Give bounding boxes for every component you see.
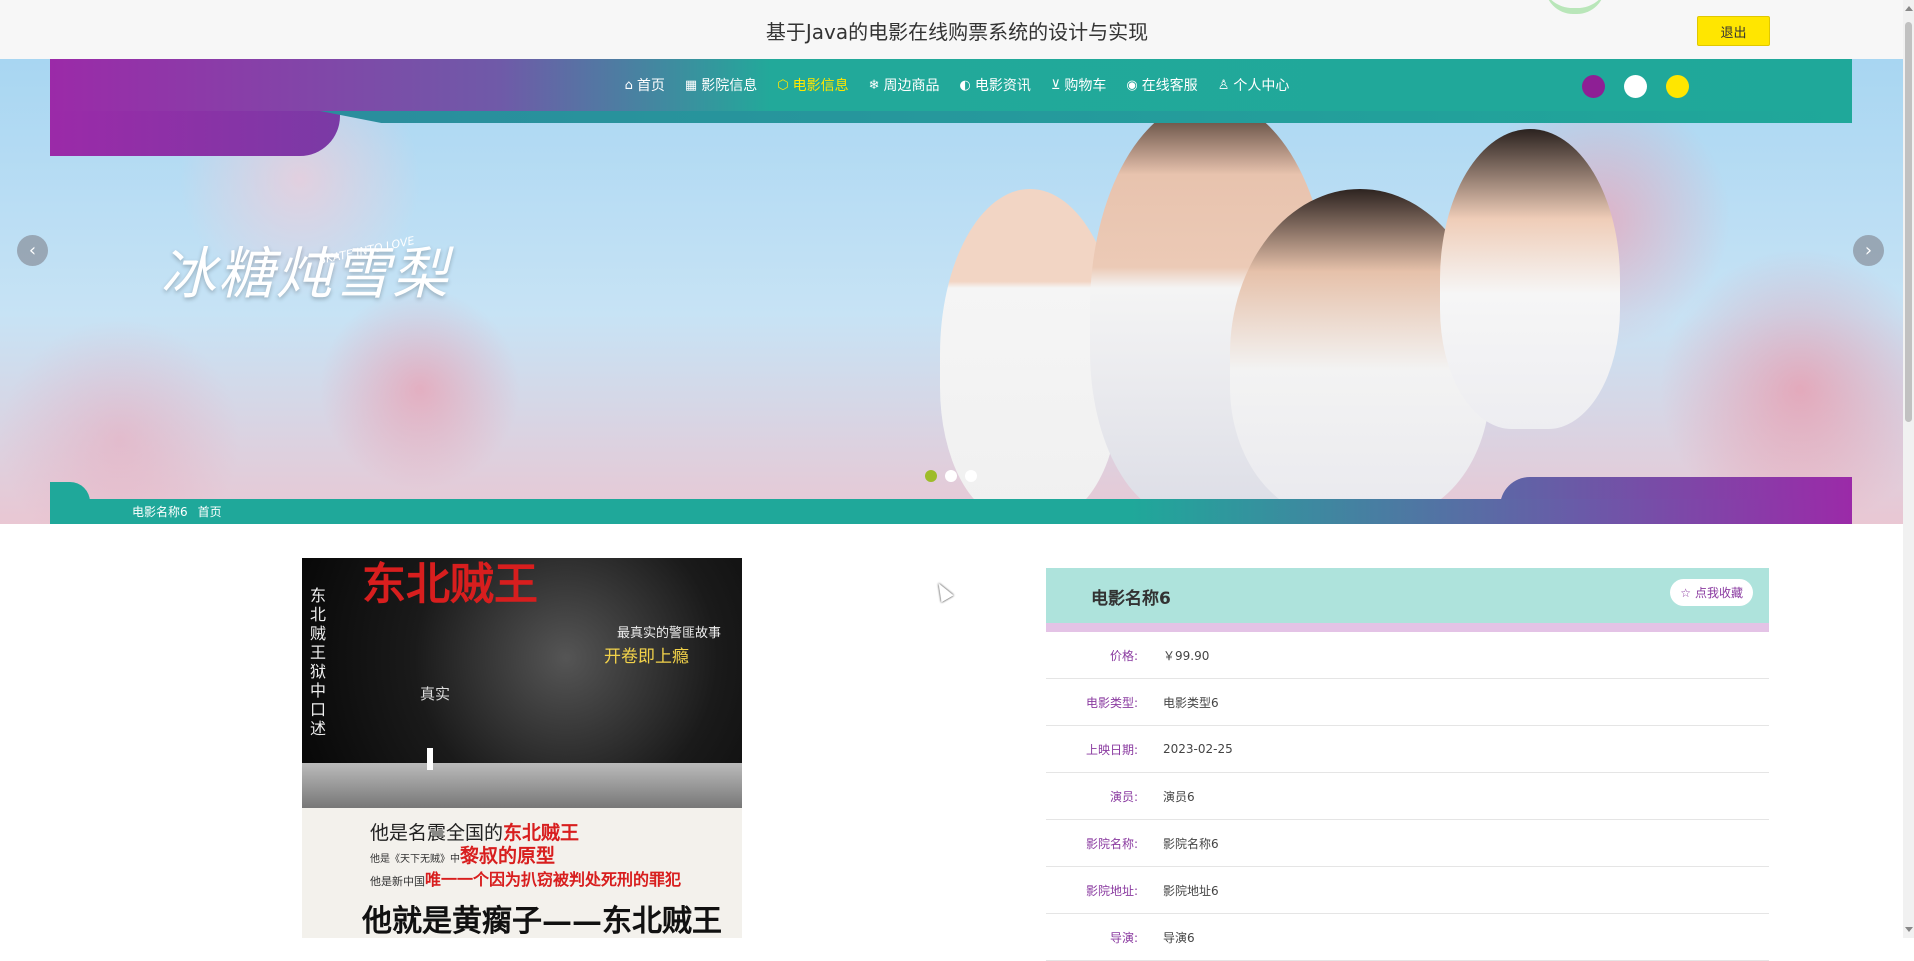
favorite-label: 点我收藏 [1694,586,1743,600]
detail-value: 演员6 [1163,789,1195,804]
nav-item-label: 个人中心 [1233,78,1290,94]
carousel-person-4 [1440,129,1620,429]
theme-color-dot[interactable] [1666,75,1689,98]
scrollbar-thumb[interactable] [1905,22,1912,422]
detail-value: ￥99.90 [1163,648,1210,663]
poster-line-3: 他是新中国唯一一个因为扒窃被判处死刑的罪犯 [370,870,682,889]
poster-runner [427,748,433,770]
poster-tag: 最真实的警匪故事 [617,626,722,641]
poster-line-4: 他就是黄瘸子——东北贼王 [362,904,722,938]
poster-headline: 东北贼王 [362,559,538,610]
detail-value: 影院地址6 [1163,883,1219,898]
nav-item-3[interactable]: ❄ 周边商品 [859,75,950,95]
breadcrumb-home[interactable]: 首页 [198,503,222,520]
breadcrumb-current: 电影名称6 [132,505,188,519]
page-title: 基于Java的电影在线购票系统的设计与实现 [765,20,1149,44]
movie-detail-panel: 电影名称6 ☆ 点我收藏 价格: ￥99.90 电影类型: 电影类型6 上映日期: 202… [1046,568,1769,961]
nav-item-7[interactable]: ♙ 个人中心 [1208,75,1300,95]
snowflake-icon: ❄ [868,77,880,93]
grid-icon: ▦ [684,77,698,93]
theme-color-dot[interactable] [1624,75,1647,98]
carousel-indicator[interactable] [965,470,977,482]
movie-poster: 东北贼王 东北贼王狱中口述 最真实的警匪故事 开卷即上瘾 真实 他是名震全国的东… [302,558,742,938]
theme-color-dot[interactable] [1582,75,1605,98]
nav-item-label: 首页 [636,78,665,94]
nav-item-label: 电影信息 [792,78,849,94]
poster-tag-highlight: 开卷即上瘾 [604,647,689,667]
page-scrollbar[interactable] [1903,0,1914,938]
detail-label: 导演: [1109,930,1138,945]
theme-switcher [1582,75,1689,98]
scroll-down-icon[interactable] [1905,927,1913,932]
nav-item-label: 周边商品 [883,78,940,94]
breadcrumb: 电影名称6 首页 [132,503,222,520]
nav-item-5[interactable]: ⊻ 购物车 [1041,75,1117,95]
poster-mid-text: 真实 [420,685,451,703]
detail-value: 电影类型6 [1163,695,1219,710]
poster-train [302,763,742,808]
bottom-band [50,499,1852,524]
detail-row: 电影类型: 电影类型6 [1046,679,1769,726]
detail-label: 上映日期: [1085,742,1138,757]
detail-rows: 价格: ￥99.90 电影类型: 电影类型6 上映日期: 2023-02-25 演员: 演员6… [1046,632,1769,961]
mouse-cursor [932,579,954,603]
hero-carousel: 冰糖炖雪梨 SKATE INTO LOVE ⌂ 首页 ▦ 影院信息 ⬡ 电影信息 ❄ 周边商品… [0,59,1914,524]
detail-label: 价格: [1109,648,1138,663]
detail-value: 影院名称6 [1163,836,1219,851]
star-icon: ☆ [1680,585,1691,600]
detail-value: 导演6 [1163,930,1195,945]
cube-icon: ⬡ [777,77,789,93]
corner-decoration [1545,0,1605,14]
detail-row: 价格: ￥99.90 [1046,632,1769,679]
carousel-image [900,99,1660,524]
user-icon: ♙ [1217,77,1230,93]
detail-label: 影院地址: [1085,883,1138,898]
nav-item-label: 购物车 [1064,78,1107,94]
nav-item-label: 在线客服 [1141,78,1198,94]
nav-item-6[interactable]: ◉ 在线客服 [1116,75,1207,95]
chevron-left-icon: ‹ [28,240,37,261]
favorite-button[interactable]: ☆ 点我收藏 [1670,579,1753,606]
detail-value: 2023-02-25 [1163,742,1233,756]
logout-button[interactable]: 退出 [1697,16,1770,46]
detail-row: 上映日期: 2023-02-25 [1046,726,1769,773]
poster-line-2: 他是《天下无贼》中黎叔的原型 [370,845,556,867]
chat-icon: ◉ [1126,77,1138,93]
detail-row: 影院名称: 影院名称6 [1046,820,1769,867]
palette-icon: ◐ [959,77,971,93]
carousel-next-button[interactable]: › [1853,235,1884,266]
nav-item-1[interactable]: ▦ 影院信息 [675,75,767,95]
detail-label: 演员: [1109,789,1138,804]
nav-band-tab [50,111,340,156]
carousel-indicator[interactable] [945,470,957,482]
movie-title: 电影名称6 [1091,589,1171,609]
nav-band-curve [320,111,1852,123]
bottom-band-tab [50,482,90,502]
top-header: 基于Java的电影在线购票系统的设计与实现 退出 [0,0,1914,60]
detail-label: 电影类型: [1085,695,1138,710]
poster-vertical-text: 东北贼王狱中口述 [310,586,327,738]
home-icon: ⌂ [624,77,633,93]
cart-icon: ⊻ [1050,77,1061,93]
detail-label: 影院名称: [1085,836,1138,851]
carousel-prev-button[interactable]: ‹ [17,235,48,266]
nav-item-2[interactable]: ⬡ 电影信息 [767,75,858,95]
carousel-indicators [925,470,977,482]
carousel-indicator[interactable] [925,470,937,482]
nav-item-4[interactable]: ◐ 电影资讯 [949,75,1040,95]
nav-item-label: 电影资讯 [974,78,1031,94]
nav-item-label: 影院信息 [701,78,758,94]
scroll-up-icon[interactable] [1905,6,1913,11]
detail-row: 演员: 演员6 [1046,773,1769,820]
chevron-right-icon: › [1864,240,1873,261]
detail-row: 影院地址: 影院地址6 [1046,867,1769,914]
nav-item-0[interactable]: ⌂ 首页 [615,75,675,95]
detail-header: 电影名称6 ☆ 点我收藏 [1046,568,1769,632]
